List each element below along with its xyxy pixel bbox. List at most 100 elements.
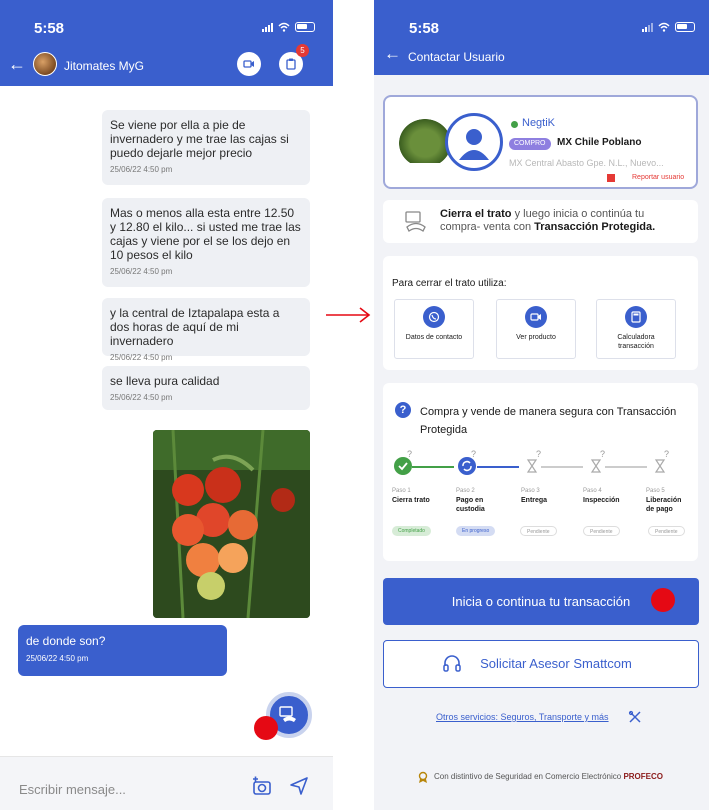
step-number: Paso 4 <box>583 488 602 494</box>
step-help-icon[interactable]: ? <box>664 449 669 459</box>
step-connector <box>605 466 647 468</box>
status-badge: Pendiente <box>583 526 620 536</box>
back-arrow-icon[interactable]: ← <box>384 44 401 64</box>
message-input-bar: Escribir mensaje... <box>0 756 333 810</box>
step-connector <box>412 466 454 468</box>
phone-icon <box>423 306 445 328</box>
clipboard-icon <box>286 58 296 70</box>
signal-icon <box>262 22 273 32</box>
calculator-icon <box>625 306 647 328</box>
protected-transaction-card: ? Compra y vende de manera segura con Tr… <box>383 383 698 561</box>
screenshot-canvas: 5:58 ← Jitomates MyG 5 Se viene por ella… <box>0 0 709 810</box>
page-title: Contactar Usuario <box>408 50 505 64</box>
check-icon <box>394 457 412 475</box>
advisor-label: Solicitar Asesor Smattcom <box>480 656 632 671</box>
help-icon: ? <box>395 402 411 418</box>
tools-title: Para cerrar el trato utiliza: <box>392 278 507 289</box>
step-name: Cierra trato <box>392 497 430 504</box>
video-icon <box>525 306 547 328</box>
status-time: 5:58 <box>34 20 65 37</box>
buyer-tag: COMPRO <box>509 138 551 150</box>
step-help-icon[interactable]: ? <box>471 449 476 459</box>
step-name: Entrega <box>521 497 548 504</box>
seller-location: MX Central Abasto Gpe. N.L., Nuevo... <box>509 158 664 168</box>
step-connector <box>541 466 583 468</box>
step-name: Liberación de pago <box>646 497 682 513</box>
contact-user-screen: 5:58 ← Contactar Usuario NegtiK COMPRO M… <box>374 0 709 810</box>
back-arrow-icon[interactable]: ← <box>8 54 26 75</box>
hourglass-icon <box>651 457 669 475</box>
annotation-dot <box>254 716 278 740</box>
deal-bold-1: Cierra el trato <box>440 208 512 220</box>
message-time: 25/06/22 4:50 pm <box>110 353 173 362</box>
request-advisor-button[interactable]: Solicitar Asesor Smattcom <box>383 640 699 688</box>
online-status-icon <box>511 121 518 128</box>
product-thumbnail <box>399 119 451 163</box>
message-time: 25/06/22 4:50 pm <box>110 165 173 174</box>
send-icon[interactable] <box>288 775 310 797</box>
chat-screen: 5:58 ← Jitomates MyG 5 Se viene por ella… <box>0 0 333 810</box>
seller-card[interactable]: NegtiK COMPRO MX Chile Poblano MX Centra… <box>383 95 698 189</box>
message-time: 25/06/22 4:50 pm <box>110 393 173 402</box>
step-connector <box>477 466 519 468</box>
contact-avatar[interactable] <box>33 52 57 76</box>
camera-add-icon[interactable] <box>251 775 273 797</box>
chat-header: 5:58 ← Jitomates MyG 5 <box>0 0 333 86</box>
tomato-image <box>153 430 310 618</box>
other-services-link[interactable]: Otros servicios: Seguros, Transporte y m… <box>436 712 609 722</box>
tools-icon <box>628 710 641 723</box>
hourglass-icon <box>523 457 541 475</box>
hourglass-icon <box>587 457 605 475</box>
step-number: Paso 5 <box>646 488 665 494</box>
wifi-icon <box>658 22 670 32</box>
step-help-icon[interactable]: ? <box>600 449 605 459</box>
message-time: 25/06/22 4:50 pm <box>26 654 89 663</box>
contact-header: 5:58 ← Contactar Usuario <box>374 0 709 75</box>
battery-icon <box>675 22 695 32</box>
sync-icon <box>458 457 476 475</box>
tool-label: Datos de contacto <box>405 334 463 341</box>
flag-icon <box>607 174 615 182</box>
wifi-icon <box>278 22 290 32</box>
view-product-button[interactable]: Ver producto <box>496 299 576 359</box>
tool-label: Calculadora transacción <box>617 334 655 350</box>
step-name: Pago en custodia <box>456 497 485 513</box>
handshake-icon <box>279 706 296 722</box>
video-call-button[interactable] <box>237 52 261 76</box>
message-text: de donde son? <box>26 634 106 648</box>
chat-title[interactable]: Jitomates MyG <box>64 59 144 73</box>
tools-card: Para cerrar el trato utiliza: Datos de c… <box>383 256 698 370</box>
footer-brand: PROFECO <box>623 772 663 781</box>
annotation-dot <box>651 588 675 612</box>
step-help-icon[interactable]: ? <box>536 449 541 459</box>
message-bubble: Mas o menos alla esta entre 12.50 y 12.8… <box>102 198 310 287</box>
step-help-icon[interactable]: ? <box>407 449 412 459</box>
headset-icon <box>443 655 461 672</box>
battery-icon <box>295 22 315 32</box>
product-name: MX Chile Poblano <box>557 137 642 148</box>
message-text: y la central de Iztapalapa esta a dos ho… <box>110 306 280 348</box>
message-time: 25/06/22 4:50 pm <box>110 267 173 276</box>
signal-icon <box>642 22 653 32</box>
contact-data-button[interactable]: Datos de contacto <box>394 299 474 359</box>
step-number: Paso 1 <box>392 488 411 494</box>
video-icon <box>243 60 254 68</box>
user-icon <box>459 129 489 160</box>
report-user-link[interactable]: Reportar usuario <box>632 174 684 181</box>
message-bubble: y la central de Iztapalapa esta a dos ho… <box>102 298 310 362</box>
step-number: Paso 2 <box>456 488 475 494</box>
message-input[interactable]: Escribir mensaje... <box>19 782 126 797</box>
tool-label: Ver producto <box>516 334 556 341</box>
message-text: Mas o menos alla esta entre 12.50 y 12.8… <box>110 206 301 262</box>
status-badge: Pendiente <box>648 526 685 536</box>
seller-name: NegtiK <box>522 117 556 129</box>
status-badge: Pendiente <box>520 526 557 536</box>
message-text: se lleva pura calidad <box>110 374 220 388</box>
flow-arrow-icon <box>326 307 371 323</box>
deal-instructions: Cierra el trato y luego inicia o continú… <box>440 208 685 234</box>
tomato-photo[interactable] <box>153 430 310 618</box>
step-name: Inspección <box>583 497 620 504</box>
calculator-button[interactable]: Calculadora transacción <box>596 299 676 359</box>
status-time: 5:58 <box>409 20 440 37</box>
deal-bold-2: Transacción Protegida. <box>534 221 656 233</box>
